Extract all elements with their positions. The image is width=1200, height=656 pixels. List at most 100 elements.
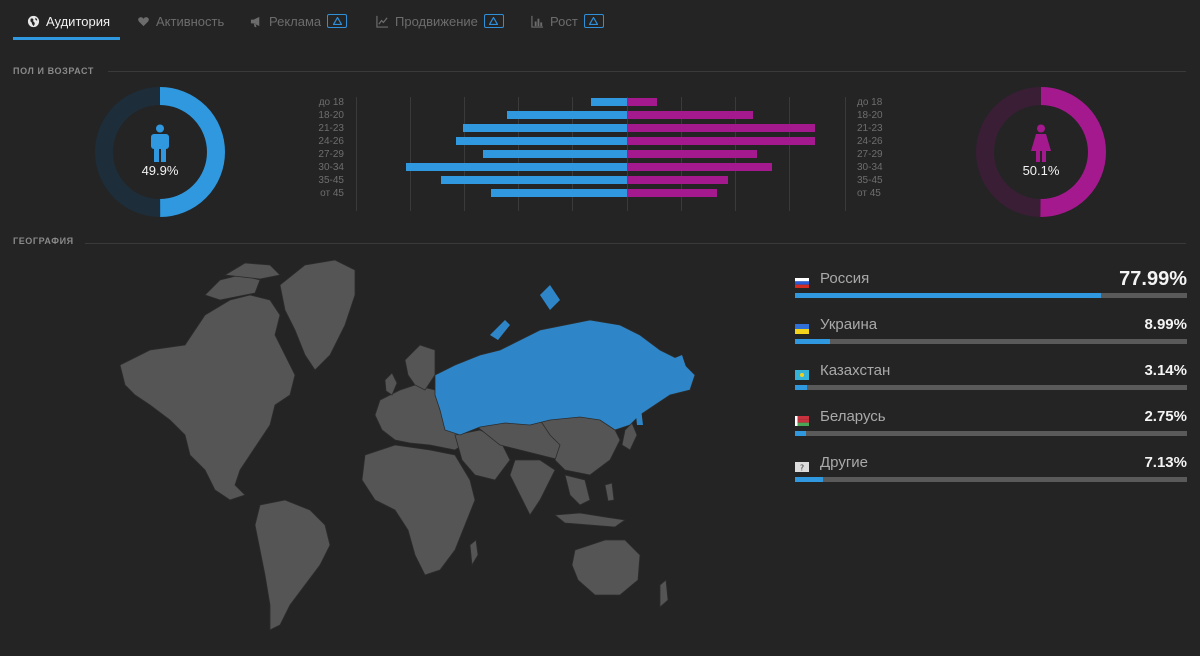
age-label-left: 35-45 <box>318 175 344 186</box>
divider <box>108 71 1186 72</box>
female-age-bar[interactable] <box>627 137 816 145</box>
section-title-geography: ГЕОГРАФИЯ <box>13 236 74 246</box>
female-age-bar[interactable] <box>627 176 729 184</box>
age-label-right: 27-29 <box>857 149 883 160</box>
country-row[interactable]: Украина 8.99% <box>795 316 1187 346</box>
megaphone-icon <box>250 15 263 28</box>
tab-label: Рост <box>550 13 578 29</box>
tab-ads[interactable]: Реклама <box>250 10 348 32</box>
male-percent: 49.9% <box>141 163 179 178</box>
country-progress-bar <box>795 339 1187 344</box>
new-zealand-region <box>659 579 669 608</box>
male-age-bar[interactable] <box>590 98 627 106</box>
male-age-bar[interactable] <box>440 176 627 184</box>
locked-badge-icon <box>327 14 348 28</box>
male-age-bar[interactable] <box>483 150 627 158</box>
divider <box>85 243 1186 244</box>
russia-region <box>434 319 696 436</box>
country-row[interactable]: ? Другие 7.13% <box>795 454 1187 484</box>
country-row[interactable]: Беларусь 2.75% <box>795 408 1187 438</box>
tab-promotion[interactable]: Продвижение <box>376 10 504 32</box>
globe-icon <box>27 15 40 28</box>
svg-text:?: ? <box>800 464 804 473</box>
female-age-bar[interactable] <box>627 98 658 106</box>
age-label-right: 18-20 <box>857 110 883 121</box>
locked-badge-icon <box>483 14 504 28</box>
australia-region <box>571 539 641 596</box>
country-percent: 8.99% <box>1144 316 1187 333</box>
age-label-left: 21-23 <box>318 123 344 134</box>
russia-flag-icon <box>795 275 809 288</box>
tab-growth[interactable]: Рост <box>531 10 604 32</box>
section-title-gender-age: ПОЛ И ВОЗРАСТ <box>13 66 95 76</box>
age-label-left: от 45 <box>320 188 344 199</box>
bar-chart-icon <box>531 15 544 28</box>
male-age-bar[interactable] <box>456 137 627 145</box>
country-percent: 77.99% <box>1119 268 1187 290</box>
country-percent: 3.14% <box>1144 362 1187 379</box>
country-progress-bar <box>795 477 1187 482</box>
country-name: Украина <box>820 316 878 333</box>
line-chart-icon <box>376 15 389 28</box>
female-age-bar[interactable] <box>627 163 773 171</box>
country-name: Беларусь <box>820 408 886 425</box>
age-label-right: 21-23 <box>857 123 883 134</box>
male-person-icon <box>151 124 169 162</box>
female-person-icon <box>1031 124 1051 162</box>
age-label-right: от 45 <box>857 188 881 199</box>
belarus-flag-icon <box>795 413 809 426</box>
male-age-bar[interactable] <box>405 163 627 171</box>
male-age-bar[interactable] <box>506 111 627 119</box>
age-label-left: до 18 <box>318 97 344 108</box>
age-label-left: 18-20 <box>318 110 344 121</box>
greenland-region <box>279 259 356 371</box>
tab-bar: Аудитория Активность Реклама Продвижение… <box>0 0 1200 42</box>
country-name: Россия <box>820 270 870 287</box>
uk-region <box>384 372 398 396</box>
country-row[interactable]: Россия 77.99% <box>795 268 1187 300</box>
unknown-flag-icon: ? <box>795 459 809 473</box>
country-progress-bar <box>795 431 1187 436</box>
age-label-right: до 18 <box>857 97 883 108</box>
locked-badge-icon <box>583 14 604 28</box>
female-age-bar[interactable] <box>627 150 757 158</box>
world-map[interactable] <box>110 255 710 635</box>
ukraine-flag-icon <box>795 321 809 334</box>
female-age-bar[interactable] <box>627 124 816 132</box>
country-percent: 7.13% <box>1144 454 1187 471</box>
tab-activity[interactable]: Активность <box>137 10 224 32</box>
country-progress-bar <box>795 385 1187 390</box>
indonesia-region <box>553 512 627 528</box>
age-label-right: 30-34 <box>857 162 883 173</box>
tab-audience[interactable]: Аудитория <box>27 10 110 32</box>
age-label-left: 27-29 <box>318 149 344 160</box>
country-progress-fill <box>795 431 806 436</box>
heart-icon <box>137 15 150 28</box>
age-label-right: 35-45 <box>857 175 883 186</box>
country-percent: 2.75% <box>1144 408 1187 425</box>
country-name: Казахстан <box>820 362 891 379</box>
female-age-bar[interactable] <box>627 111 754 119</box>
southeast-asia-region <box>564 474 591 506</box>
country-progress-fill <box>795 477 823 482</box>
north-america-region <box>119 294 296 501</box>
novaya-zemlya-region <box>490 320 510 340</box>
female-percent: 50.1% <box>1022 163 1060 178</box>
male-age-bar[interactable] <box>462 124 627 132</box>
female-age-bar[interactable] <box>627 189 718 197</box>
kazakhstan-flag-icon <box>795 367 809 380</box>
tab-label: Реклама <box>269 13 322 29</box>
country-progress-bar <box>795 293 1187 298</box>
tab-label: Активность <box>156 13 225 29</box>
age-label-left: 30-34 <box>318 162 344 173</box>
philippines-region <box>604 482 615 502</box>
madagascar-region <box>469 539 479 567</box>
country-name: Другие <box>820 454 869 471</box>
country-progress-fill <box>795 293 1101 298</box>
tab-label: Аудитория <box>46 13 111 29</box>
age-label-right: 24-26 <box>857 136 883 147</box>
country-row[interactable]: Казахстан 3.14% <box>795 362 1187 392</box>
male-age-bar[interactable] <box>491 189 627 197</box>
country-progress-fill <box>795 385 808 390</box>
africa-region <box>361 444 476 576</box>
